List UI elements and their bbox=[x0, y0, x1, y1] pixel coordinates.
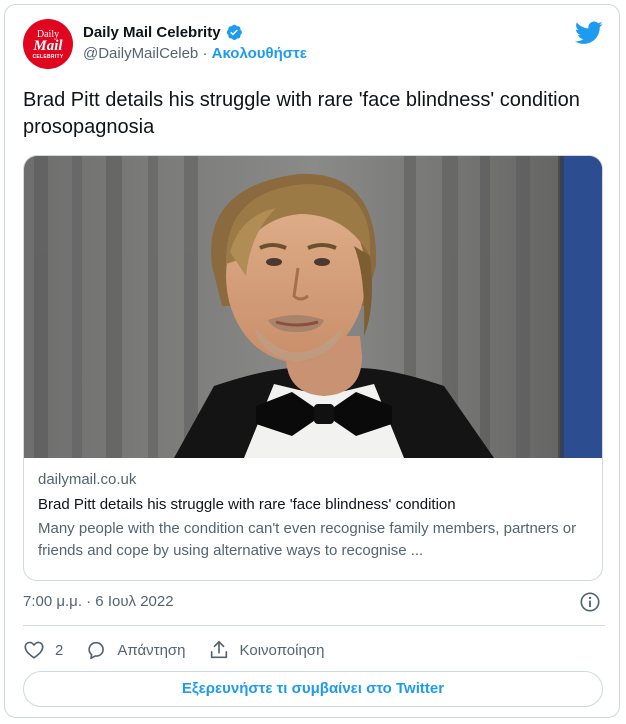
link-description: Many people with the condition can't eve… bbox=[38, 520, 577, 559]
link-preview-card[interactable]: dailymail.co.uk Brad Pitt details his st… bbox=[23, 155, 603, 581]
link-domain: dailymail.co.uk bbox=[38, 471, 137, 488]
explore-twitter-button[interactable]: Εξερευνήστε τι συμβαίνει στο Twitter bbox=[23, 671, 603, 707]
verified-icon bbox=[226, 24, 242, 40]
tweet-header: Daily Mail CELEBRITY Daily Mail Celebrit… bbox=[23, 19, 605, 75]
twitter-logo-icon[interactable] bbox=[575, 21, 603, 45]
divider bbox=[23, 625, 605, 626]
handle-separator: · bbox=[202, 45, 208, 62]
link-title: Brad Pitt details his struggle with rare… bbox=[38, 496, 456, 513]
author-block: Daily Mail Celebrity @DailyMailCeleb · Α… bbox=[83, 23, 307, 63]
info-icon[interactable] bbox=[579, 591, 601, 613]
reply-icon bbox=[88, 641, 105, 660]
share-icon bbox=[210, 640, 227, 659]
reply-button[interactable]: Απάντηση bbox=[85, 639, 186, 661]
avatar-line-2: Mail bbox=[33, 38, 63, 54]
heart-icon bbox=[24, 641, 44, 659]
share-label: Κοινοποίηση bbox=[239, 641, 325, 659]
reply-label: Απάντηση bbox=[117, 641, 186, 659]
follow-button[interactable]: Ακολουθήστε bbox=[212, 45, 307, 62]
avatar[interactable]: Daily Mail CELEBRITY bbox=[23, 19, 73, 69]
author-name[interactable]: Daily Mail Celebrity bbox=[83, 24, 221, 41]
like-count: 2 bbox=[55, 641, 64, 659]
avatar-line-3: CELEBRITY bbox=[32, 54, 64, 60]
tweet-embed-card: Daily Mail CELEBRITY Daily Mail Celebrit… bbox=[4, 4, 620, 718]
author-handle[interactable]: @DailyMailCeleb bbox=[83, 45, 198, 62]
link-info: dailymail.co.uk Brad Pitt details his st… bbox=[38, 470, 592, 562]
tweet-text: Brad Pitt details his struggle with rare… bbox=[23, 89, 580, 138]
article-photo bbox=[24, 156, 602, 458]
like-button[interactable]: 2 bbox=[23, 639, 63, 661]
tweet-timestamp[interactable]: 7:00 μ.μ. · 6 Ιουλ 2022 bbox=[23, 593, 174, 610]
action-bar: 2 Απάντηση Κοινοποίηση bbox=[23, 637, 346, 663]
share-button[interactable]: Κοινοποίηση bbox=[208, 639, 325, 661]
